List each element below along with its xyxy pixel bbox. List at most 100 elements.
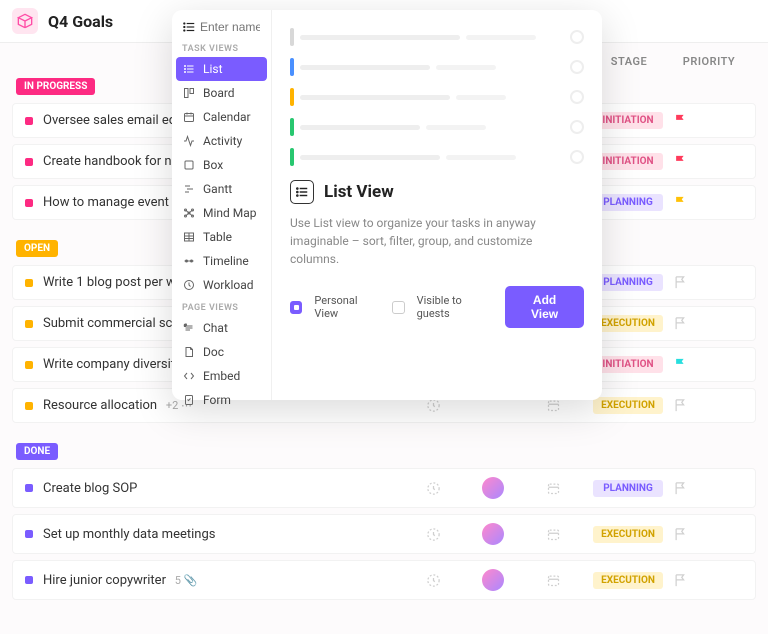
status-bullet (25, 158, 33, 166)
gantt-icon (182, 182, 196, 196)
table-icon (182, 230, 196, 244)
view-name-input[interactable] (200, 20, 260, 34)
calendar-icon (182, 110, 196, 124)
stage-pill[interactable]: PLANNING (593, 480, 663, 497)
view-option-timeline[interactable]: Timeline (172, 249, 271, 273)
view-option-activity[interactable]: Activity (172, 129, 271, 153)
view-option-table[interactable]: Table (172, 225, 271, 249)
clock-icon[interactable] (403, 573, 463, 588)
view-option-label: Board (203, 86, 235, 100)
view-option-list[interactable]: List (176, 57, 267, 81)
view-option-label: Embed (203, 369, 240, 383)
clock-icon[interactable] (403, 527, 463, 542)
view-option-box[interactable]: Box (172, 153, 271, 177)
view-option-label: Activity (203, 134, 242, 148)
status-bullet (25, 199, 33, 207)
stage-pill[interactable]: EXECUTION (593, 572, 663, 589)
list-icon (182, 20, 196, 34)
stage-pill[interactable]: EXECUTION (593, 315, 663, 332)
list-icon (182, 62, 196, 76)
calendar-icon[interactable] (523, 398, 583, 413)
svg-text:#: # (184, 323, 187, 328)
view-option-label: Form (203, 393, 231, 407)
view-option-label: List (203, 62, 223, 76)
priority-flag[interactable] (673, 113, 743, 128)
view-option-label: Workload (203, 278, 254, 292)
assignee-cell[interactable] (463, 569, 523, 591)
calendar-icon[interactable] (523, 481, 583, 496)
view-option-label: Mind Map (203, 206, 257, 220)
task-row[interactable]: Create blog SOP PLANNING (12, 468, 756, 508)
view-option-chat[interactable]: #Chat (172, 316, 271, 340)
assignee-cell[interactable] (463, 523, 523, 545)
board-icon (182, 86, 196, 100)
visible-to-guests-label: Visible to guests (417, 294, 494, 320)
stage-pill[interactable]: PLANNING (593, 194, 663, 211)
page-views-section: PAGE VIEWS (172, 297, 271, 316)
calendar-icon[interactable] (523, 573, 583, 588)
workload-icon (182, 278, 196, 292)
status-bullet (25, 279, 33, 287)
stage-pill[interactable]: INITIATION (593, 356, 663, 373)
view-option-board[interactable]: Board (172, 81, 271, 105)
avatar (482, 477, 504, 499)
add-view-button[interactable]: Add View (505, 286, 584, 328)
group-badge[interactable]: DONE (16, 443, 58, 460)
priority-flag[interactable] (673, 527, 743, 542)
clock-icon[interactable] (403, 481, 463, 496)
view-option-label: Table (203, 230, 232, 244)
avatar (482, 523, 504, 545)
status-bullet (25, 402, 33, 410)
status-bullet (25, 117, 33, 125)
stage-pill[interactable]: EXECUTION (593, 526, 663, 543)
box-icon (182, 158, 196, 172)
priority-flag[interactable] (673, 357, 743, 372)
visible-to-guests-checkbox[interactable] (392, 301, 404, 314)
priority-flag[interactable] (673, 481, 743, 496)
assignee-cell[interactable] (463, 477, 523, 499)
task-row[interactable]: Hire junior copywriter 5 📎 EXECUTION (12, 560, 756, 600)
clock-icon[interactable] (403, 398, 463, 413)
priority-flag[interactable] (673, 154, 743, 169)
priority-flag[interactable] (673, 275, 743, 290)
task-views-section: TASK VIEWS (172, 38, 271, 57)
stage-pill[interactable]: INITIATION (593, 112, 663, 129)
view-option-label: Calendar (203, 110, 251, 124)
status-bullet (25, 530, 33, 538)
view-option-calendar[interactable]: Calendar (172, 105, 271, 129)
stage-pill[interactable]: EXECUTION (593, 397, 663, 414)
task-meta: 5 📎 (172, 574, 197, 587)
view-detail-panel: List View Use List view to organize your… (272, 10, 602, 400)
timeline-icon (182, 254, 196, 268)
priority-flag[interactable] (673, 573, 743, 588)
app-logo (12, 8, 38, 34)
group-badge[interactable]: OPEN (16, 240, 58, 257)
status-bullet (25, 320, 33, 328)
column-priority: PRIORITY (674, 55, 744, 68)
stage-pill[interactable]: PLANNING (593, 274, 663, 291)
personal-view-checkbox[interactable] (290, 301, 302, 314)
group-badge[interactable]: IN PROGRESS (16, 78, 95, 95)
status-bullet (25, 484, 33, 492)
view-option-mind-map[interactable]: Mind Map (172, 201, 271, 225)
priority-flag[interactable] (673, 316, 743, 331)
page-title: Q4 Goals (48, 12, 113, 31)
avatar (482, 569, 504, 591)
view-option-label: Gantt (203, 182, 232, 196)
list-icon (290, 180, 314, 204)
view-option-doc[interactable]: Doc (172, 340, 271, 364)
calendar-icon[interactable] (523, 527, 583, 542)
task-name: Hire junior copywriter 5 📎 (43, 573, 403, 588)
priority-flag[interactable] (673, 195, 743, 210)
view-option-form[interactable]: Form (172, 388, 271, 412)
doc-icon (182, 345, 196, 359)
stage-pill[interactable]: INITIATION (593, 153, 663, 170)
personal-view-label: Personal View (314, 294, 380, 320)
detail-title: List View (324, 182, 394, 202)
priority-flag[interactable] (673, 398, 743, 413)
view-option-workload[interactable]: Workload (172, 273, 271, 297)
task-row[interactable]: Set up monthly data meetingsEXECUTION (12, 514, 756, 554)
view-option-gantt[interactable]: Gantt (172, 177, 271, 201)
task-name: Create blog SOP (43, 481, 403, 496)
view-option-embed[interactable]: Embed (172, 364, 271, 388)
